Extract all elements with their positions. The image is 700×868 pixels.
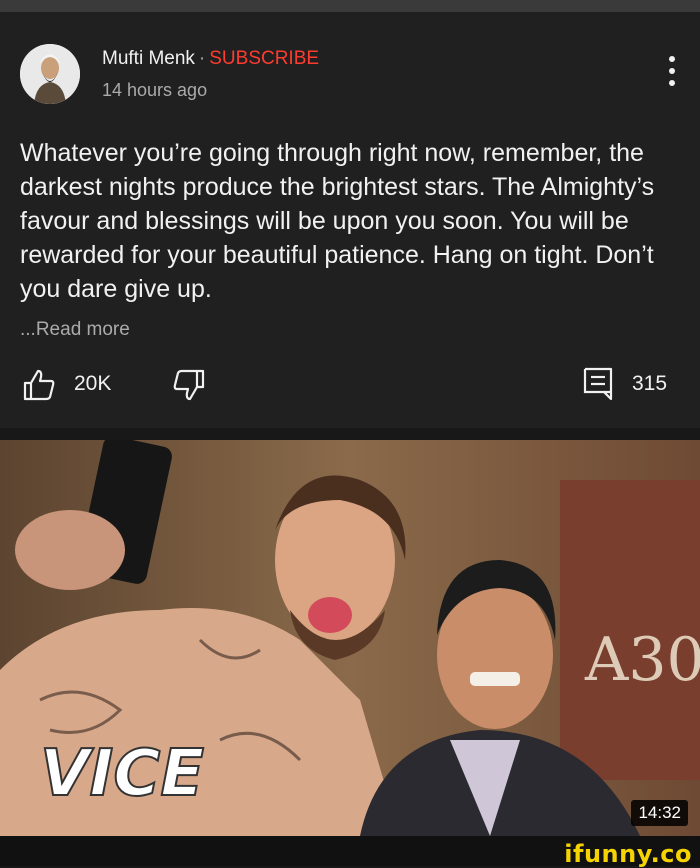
channel-line: Mufti Menk · SUBSCRIBE	[102, 48, 319, 70]
ifunny-watermark: ifunny.co	[564, 840, 692, 868]
like-button[interactable]: 20K	[22, 364, 182, 404]
vice-logo: VICE	[39, 736, 205, 812]
video-duration: 14:32	[631, 800, 688, 826]
like-count: 20K	[74, 372, 112, 395]
separator-dot: ·	[198, 48, 206, 69]
video-thumbnail[interactable]: A30 VICE 14:32	[0, 440, 700, 836]
dislike-button[interactable]	[172, 368, 212, 404]
comment-count: 315	[632, 372, 668, 395]
post-text: Whatever you’re going through right now,…	[20, 139, 655, 303]
comment-icon	[583, 367, 613, 401]
channel-name[interactable]: Mufti Menk	[102, 48, 195, 69]
vice-logo-text: VICE	[40, 737, 204, 811]
thumbs-up-icon	[23, 369, 55, 401]
channel-avatar[interactable]	[20, 44, 80, 104]
thumbs-down-icon	[173, 369, 205, 401]
top-bar	[0, 0, 700, 12]
comment-button[interactable]: 315	[582, 364, 682, 404]
subscribe-button[interactable]: SUBSCRIBE	[209, 48, 319, 69]
thumbnail-image: A30 VICE	[0, 440, 700, 836]
read-more-link[interactable]: ...Read more	[20, 319, 130, 341]
post-time: 14 hours ago	[102, 80, 208, 100]
svg-text:A30: A30	[584, 625, 700, 695]
community-post: Mufti Menk · SUBSCRIBE 14 hours ago Whatev…	[0, 12, 700, 428]
avatar-image	[20, 44, 80, 104]
more-vert-icon[interactable]	[664, 56, 680, 96]
